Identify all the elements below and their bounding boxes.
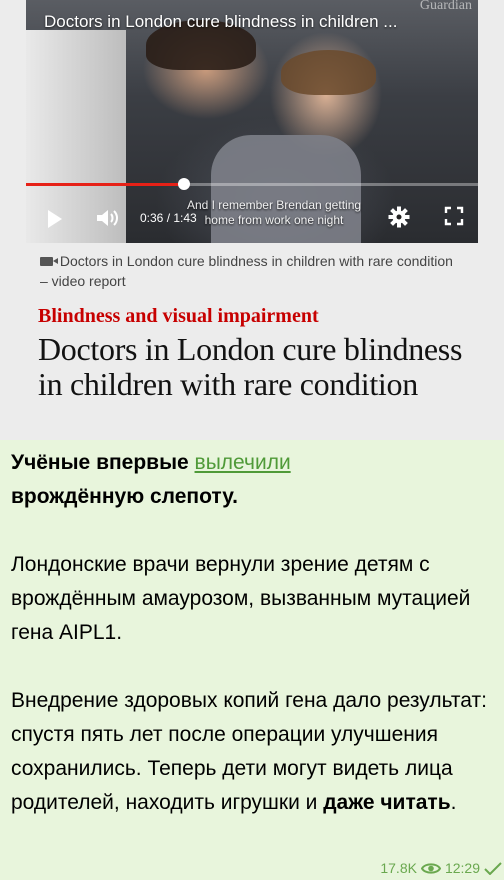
video-title[interactable]: Doctors in London cure blindness in chil… <box>44 12 397 32</box>
fullscreen-icon[interactable] <box>444 206 464 226</box>
message-paragraph-3-bold: даже читать <box>323 791 451 814</box>
message-link[interactable]: вылечили <box>195 451 291 474</box>
message-meta: 17.8K 12:29 <box>380 860 502 876</box>
video-controls: 0:36 / 1:43 And I remember Brendan getti… <box>26 190 478 243</box>
message-time: 12:29 <box>444 860 480 876</box>
article-section: Blindness and visual impairment <box>38 305 319 327</box>
video-progress-fill <box>26 183 185 186</box>
message-paragraph-2: Лондонские врачи вернули зрение детям с … <box>11 553 471 644</box>
volume-icon[interactable] <box>94 205 120 231</box>
play-icon[interactable] <box>48 210 62 228</box>
video-info: Doctors in London cure blindness in chil… <box>40 251 460 291</box>
message-paragraph-1: Учёные впервые вылечили врождённую слепот… <box>11 446 491 514</box>
gear-icon[interactable] <box>388 206 410 228</box>
link-preview-image[interactable]: Guardian Doctors in London cure blindnes… <box>0 0 504 440</box>
article-headline: Doctors in London cure blindness in chil… <box>38 331 463 402</box>
video-watermark: Guardian <box>419 0 472 13</box>
video-progress-bar[interactable] <box>26 178 478 190</box>
message-paragraph-3: Внедрение здоровых копий гена дало резул… <box>11 684 491 820</box>
video-player[interactable]: Guardian Doctors in London cure blindnes… <box>26 0 478 243</box>
video-info-text: Doctors in London cure blindness in chil… <box>40 253 453 289</box>
message-paragraph-3-end: . <box>450 791 457 814</box>
video-subtitle: And I remember Brendan getting home from… <box>186 198 362 227</box>
message-period: . <box>232 485 238 508</box>
video-camera-icon <box>40 257 58 266</box>
check-icon <box>484 861 502 875</box>
view-count: 17.8K <box>380 860 417 876</box>
eye-icon <box>420 862 441 874</box>
message-text: Учёные впервые вылечили врождённую слепот… <box>11 446 491 820</box>
message-bold-end: врождённую слепоту <box>11 485 233 508</box>
message-bold-start: Учёные впервые <box>11 451 195 474</box>
